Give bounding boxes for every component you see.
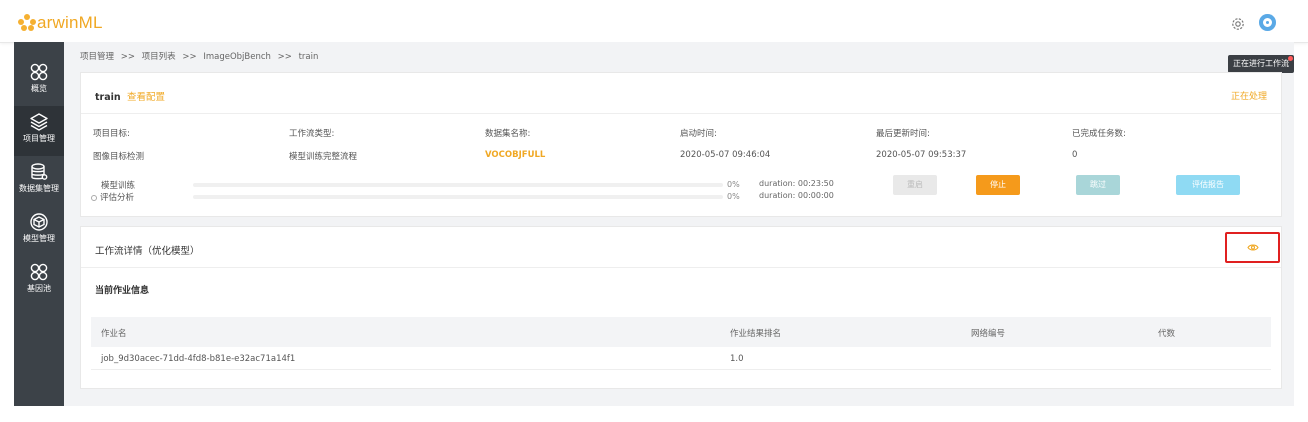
- info-label: 已完成任务数:: [1072, 129, 1126, 139]
- info-workflow-type: 工作流类型: 模型训练完整流程: [289, 127, 357, 162]
- info-last-update: 最后更新时间: 2020-05-07 09:53:37: [876, 127, 966, 160]
- sidebar-item-models[interactable]: 模型管理: [14, 206, 64, 256]
- app-logo[interactable]: arwinML: [18, 12, 103, 34]
- stage-name: 评估分析: [100, 193, 135, 203]
- cell-job-name: job_9d30acec-71dd-4fd8-b81e-e32ac71a14f1: [101, 354, 296, 364]
- evaluation-report-button[interactable]: 评估报告: [1176, 175, 1240, 195]
- sidebar-item-label: 数据集管理: [19, 184, 59, 193]
- breadcrumb-current: train: [298, 52, 319, 62]
- stage-duration: duration: 00:23:50: [759, 179, 834, 188]
- sidebar: 概览 项目管理 数据集管理 模型管理 基因池: [14, 42, 64, 406]
- column-header-rank: 作业结果排名: [730, 329, 782, 339]
- breadcrumb: 项目管理 >> 项目列表 >> ImageObjBench >> train: [80, 50, 322, 62]
- grid-icon: [30, 63, 48, 81]
- stage-percent: 0%: [727, 192, 740, 201]
- logo-flower-icon: [18, 14, 36, 32]
- current-job-info-title: 当前作业信息: [95, 286, 150, 296]
- card-header: train 查看配置 正在处理: [81, 73, 1281, 114]
- info-value: 2020-05-07 09:46:04: [680, 150, 771, 160]
- grid-icon: [30, 263, 48, 281]
- card-header: 工作流详情（优化模型）: [81, 227, 1281, 268]
- sidebar-item-projects[interactable]: 项目管理: [14, 106, 64, 156]
- info-project-goal: 项目目标: 图像目标检测: [93, 127, 144, 162]
- cell-rank: 1.0: [730, 354, 744, 364]
- task-summary-card: train 查看配置 正在处理 项目目标: 图像目标检测 工作流类型: 模型训练…: [80, 72, 1282, 217]
- breadcrumb-separator: >>: [120, 52, 135, 62]
- sidebar-item-label: 基因池: [27, 284, 51, 293]
- stage-progress-bar: [193, 183, 723, 187]
- info-label: 启动时间:: [680, 129, 717, 139]
- view-details-button[interactable]: [1225, 232, 1280, 263]
- breadcrumb-separator: >>: [277, 52, 292, 62]
- cube-icon: [30, 213, 48, 231]
- info-value: 0: [1072, 150, 1078, 160]
- info-label: 工作流类型:: [289, 129, 335, 139]
- info-value: 2020-05-07 09:53:37: [876, 150, 967, 160]
- sidebar-item-overview[interactable]: 概览: [14, 56, 64, 106]
- workflow-detail-card: 工作流详情（优化模型） 当前作业信息 作业名 作业结果排名 网络编号 代数 jo…: [80, 226, 1282, 389]
- info-label: 项目目标:: [93, 129, 130, 139]
- database-icon: [31, 163, 48, 180]
- workflow-title: 工作流详情（优化模型）: [95, 246, 200, 257]
- breadcrumb-link[interactable]: 项目管理: [80, 52, 114, 62]
- skip-button[interactable]: 跳过: [1076, 175, 1120, 195]
- sidebar-item-label: 概览: [31, 84, 47, 93]
- stage-duration: duration: 00:00:00: [759, 191, 834, 200]
- info-start-time: 启动时间: 2020-05-07 09:46:04: [680, 127, 770, 160]
- gear-icon[interactable]: [1230, 16, 1246, 32]
- task-name: train: [95, 92, 121, 103]
- info-label: 最后更新时间:: [876, 129, 930, 139]
- layers-icon: [30, 113, 48, 131]
- sidebar-item-gene-pool[interactable]: 基因池: [14, 256, 64, 306]
- info-value: 模型训练完整流程: [289, 152, 358, 162]
- stop-button[interactable]: 停止: [976, 175, 1020, 195]
- notification-dot: [1288, 56, 1293, 61]
- table-header: 作业名 作业结果排名 网络编号 代数: [91, 317, 1271, 347]
- stage-percent: 0%: [727, 180, 740, 189]
- info-label: 数据集名称:: [485, 129, 531, 139]
- column-header-generation: 代数: [1158, 329, 1176, 339]
- sidebar-item-label: 模型管理: [23, 234, 55, 243]
- view-config-link[interactable]: 查看配置: [127, 92, 165, 103]
- info-value: 图像目标检测: [93, 152, 145, 162]
- breadcrumb-link[interactable]: 项目列表: [142, 52, 176, 62]
- stage-progress-bar: [193, 195, 723, 199]
- stage-name: 模型训练: [101, 181, 136, 191]
- restart-button[interactable]: 重启: [893, 175, 937, 195]
- user-avatar[interactable]: [1259, 14, 1276, 31]
- dataset-link[interactable]: VOCOBJFULL: [485, 150, 545, 160]
- column-header-job-name: 作业名: [101, 329, 127, 339]
- sidebar-item-label: 项目管理: [23, 134, 55, 143]
- column-header-network-id: 网络编号: [971, 329, 1006, 339]
- task-status: 正在处理: [1230, 92, 1267, 102]
- breadcrumb-link[interactable]: ImageObjBench: [203, 52, 271, 62]
- stage-dot-icon: [91, 194, 97, 201]
- logo-text: arwinML: [37, 13, 103, 32]
- eye-icon: [1247, 244, 1259, 251]
- task-title: train 查看配置: [95, 89, 165, 103]
- info-completed-tasks: 已完成任务数: 0: [1072, 127, 1126, 160]
- top-bar: arwinML: [0, 0, 1308, 43]
- table-row[interactable]: job_9d30acec-71dd-4fd8-b81e-e32ac71a14f1…: [91, 347, 1271, 370]
- breadcrumb-separator: >>: [182, 52, 197, 62]
- sidebar-item-datasets[interactable]: 数据集管理: [14, 156, 64, 206]
- stage-row: 评估分析: [91, 191, 134, 203]
- running-workflow-tooltip: 正在进行工作流: [1228, 55, 1294, 73]
- info-dataset-name: 数据集名称: VOCOBJFULL: [485, 127, 545, 160]
